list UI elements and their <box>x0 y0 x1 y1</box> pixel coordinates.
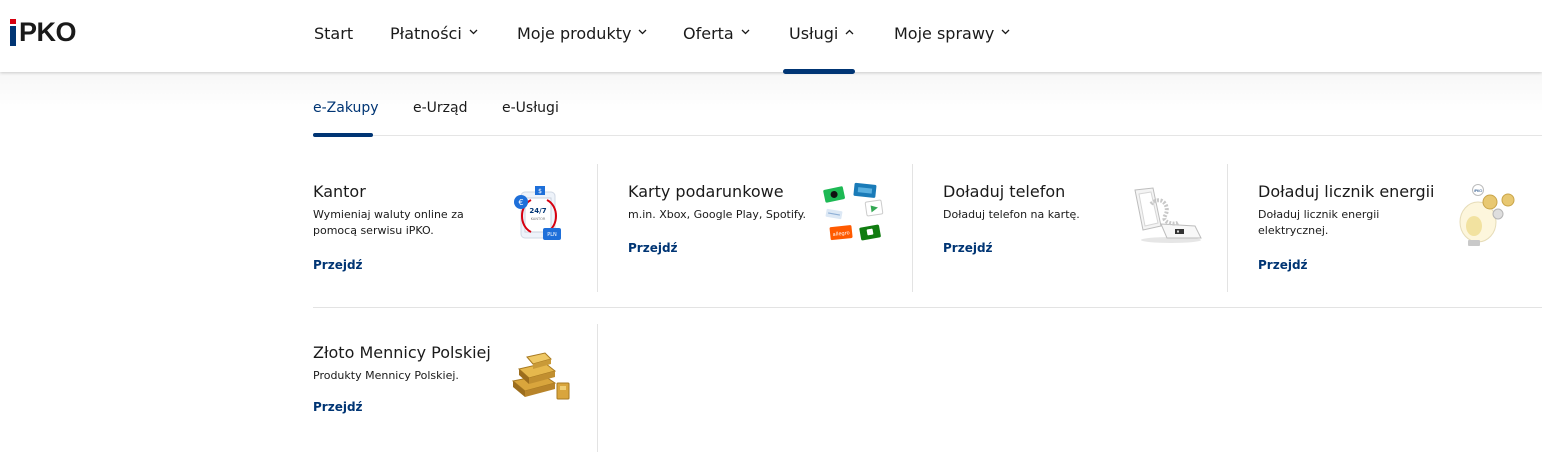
card-title: Doładuj licznik energii <box>1258 182 1435 201</box>
przejdz-link[interactable]: Przejdź <box>628 241 678 255</box>
tab-e-urzad[interactable]: e-Urząd <box>413 100 467 116</box>
nav-item-label: Płatności <box>390 24 462 43</box>
card-title: Karty podarunkowe <box>628 182 784 201</box>
card-description: Doładuj telefon na kartę. <box>943 208 1080 221</box>
chevron-up-icon <box>845 29 854 37</box>
tab-e-uslugi[interactable]: e-Usługi <box>502 100 559 116</box>
gold-bars-icon <box>509 351 573 407</box>
svg-text:€: € <box>518 198 523 207</box>
przejdz-link[interactable]: Przejdź <box>313 258 363 272</box>
energy-meter-icon: iPKO <box>1450 184 1520 254</box>
card-title: Kantor <box>313 182 366 201</box>
phone-topup-icon <box>1131 186 1203 250</box>
logo-dot <box>10 19 16 24</box>
nav-item-uslugi[interactable]: Usługi <box>789 24 854 43</box>
card-description: m.in. Xbox, Google Play, Spotify. <box>628 208 807 221</box>
tab-e-zakupy[interactable]: e-Zakupy <box>313 100 379 116</box>
chevron-down-icon <box>1001 29 1010 37</box>
nav-item-moje-produkty[interactable]: Moje produkty <box>517 24 647 43</box>
ipko-logo[interactable]: PKO <box>10 17 90 49</box>
card-doladuj-telefon: Doładuj telefon Doładuj telefon na kartę… <box>943 182 1228 310</box>
card-title: Doładuj telefon <box>943 182 1066 201</box>
chevron-down-icon <box>741 29 750 37</box>
card-divider <box>1227 164 1228 292</box>
row-divider <box>313 307 1542 308</box>
active-tab-indicator <box>313 133 373 137</box>
chevron-down-icon <box>469 29 478 37</box>
card-zloto-mennicy-polskiej: Złoto Mennicy Polskiej Produkty Mennicy … <box>313 343 598 471</box>
logo-i <box>10 26 16 46</box>
nav-item-label: Moje produkty <box>517 24 632 43</box>
card-divider <box>597 324 598 452</box>
meter-text: iPKO <box>1474 188 1483 193</box>
kantor-pln: PLN <box>547 232 557 238</box>
nav-item-label: Oferta <box>683 24 734 43</box>
przejdz-link[interactable]: Przejdź <box>943 241 993 255</box>
card-divider <box>912 164 913 292</box>
svg-text:$: $ <box>538 188 542 195</box>
nav-item-oferta[interactable]: Oferta <box>683 24 750 43</box>
nav-item-label: Start <box>314 24 354 43</box>
kantor-badge: 24/7 <box>529 207 546 215</box>
przejdz-link[interactable]: Przejdź <box>1258 258 1308 272</box>
nav-item-start[interactable]: Start <box>314 24 353 43</box>
card-karty-podarunkowe: Karty podarunkowe m.in. Xbox, Google Pla… <box>628 182 913 310</box>
gift-cards-icon: allegro <box>820 182 890 252</box>
logo-text: PKO <box>19 17 77 47</box>
przejdz-link[interactable]: Przejdź <box>313 400 363 414</box>
chevron-down-icon <box>638 29 647 37</box>
nav-item-platnosci[interactable]: Płatności <box>390 24 478 43</box>
card-kantor: Kantor Wymieniaj waluty online za pomocą… <box>313 182 598 310</box>
nav-item-moje-sprawy[interactable]: Moje sprawy <box>894 24 1010 43</box>
currency-exchange-icon: € $ 24/7 KANTOR PLN <box>511 186 567 248</box>
card-description: Doładuj licznik energii elektrycznej. <box>1258 208 1380 237</box>
kantor-small: KANTOR <box>531 217 546 221</box>
card-divider <box>597 164 598 292</box>
card-description: Wymieniaj waluty online za pomocą serwis… <box>313 208 464 237</box>
nav-item-label: Usługi <box>789 24 839 43</box>
submenu-tabs: e-Zakupy e-Urząd e-Usługi <box>313 72 1542 137</box>
card-description: Produkty Mennicy Polskiej. <box>313 369 459 382</box>
top-header: PKO Start Płatności Moje produkty Oferta… <box>0 0 1542 72</box>
card-doladuj-licznik-energii: Doładuj licznik energii Doładuj licznik … <box>1258 182 1542 310</box>
nav-item-label: Moje sprawy <box>894 24 995 43</box>
nav-active-indicator <box>783 69 855 74</box>
card-title: Złoto Mennicy Polskiej <box>313 343 491 362</box>
